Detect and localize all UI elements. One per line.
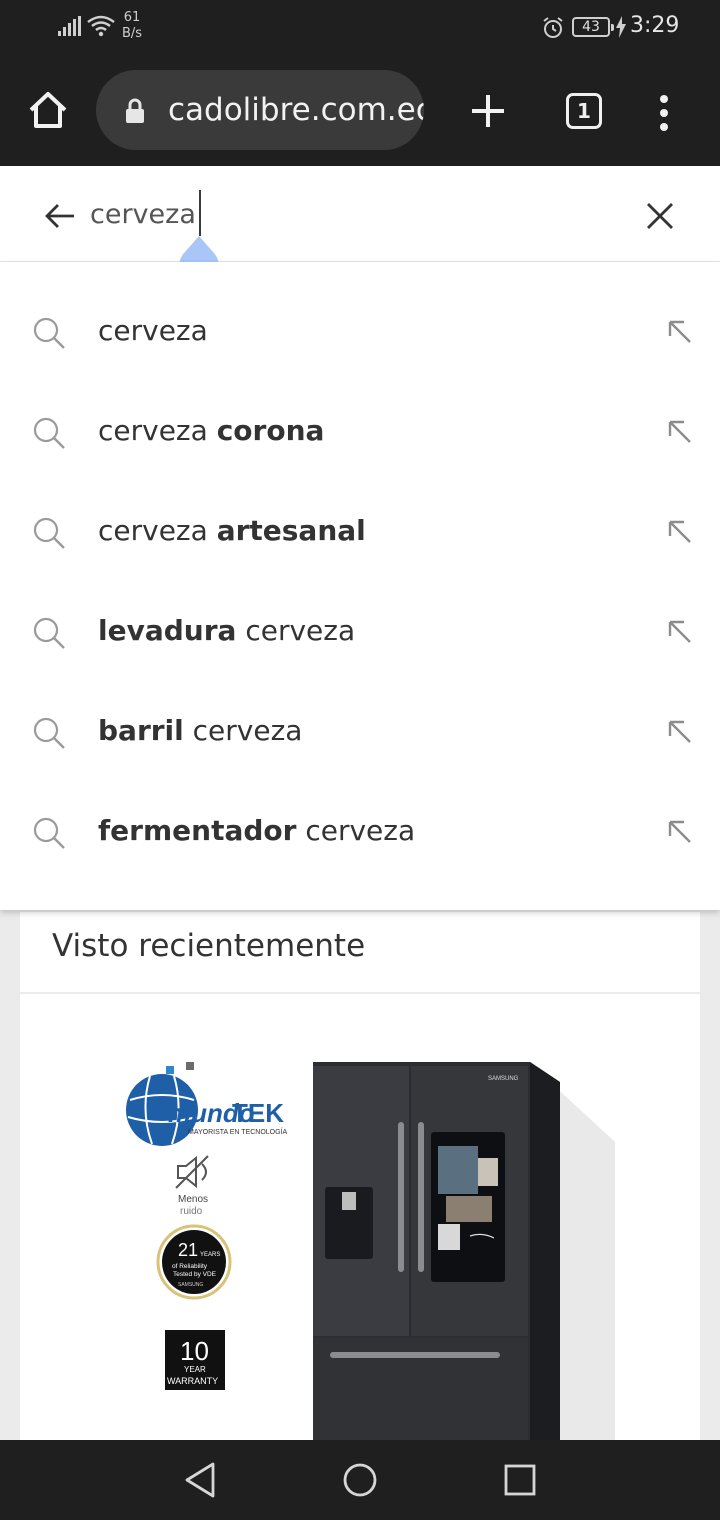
signal-icon — [58, 16, 81, 36]
fill-query-arrow-icon[interactable] — [664, 416, 694, 446]
lock-icon — [126, 98, 144, 123]
recently-viewed-card[interactable]: Visto recientemente mundo TEK MAYORISTA … — [20, 912, 700, 1452]
suggestion-item[interactable]: levadura cerveza — [0, 582, 720, 682]
nav-home-icon[interactable] — [340, 1460, 380, 1500]
network-speed: 61 B/s — [122, 10, 142, 42]
suggestion-text: barril cerveza — [98, 714, 302, 747]
fill-query-arrow-icon[interactable] — [664, 716, 694, 746]
speaker-muted-icon — [175, 1155, 209, 1189]
browser-toolbar: cadolibre.com.ec 1 — [0, 56, 720, 166]
badge-line1: of Reliability — [172, 1263, 208, 1270]
suggestion-item[interactable]: fermentador cerveza — [0, 782, 720, 882]
battery-icon: 43 — [572, 17, 614, 37]
suggestion-text: levadura cerveza — [98, 614, 355, 647]
network-speed-value: 61 — [123, 10, 141, 25]
divider — [20, 992, 700, 994]
search-icon — [33, 817, 65, 849]
tabs-icon[interactable]: 1 — [566, 93, 602, 129]
warranty-line1: YEAR — [184, 1365, 206, 1374]
system-nav-bar — [0, 1440, 720, 1520]
search-icon — [33, 717, 65, 749]
arrow-back-icon[interactable] — [40, 196, 80, 236]
badge-brand: SAMSUNG — [178, 1282, 203, 1288]
suggestion-list: cerveza cerveza corona cerveza artesanal le… — [0, 262, 720, 910]
logo-word2: TEK — [232, 1098, 284, 1128]
feature-noise-line2: ruido — [180, 1206, 203, 1217]
badge-line2: Tested by VDE — [173, 1271, 217, 1278]
search-icon — [33, 417, 65, 449]
suggestion-query-part: cerveza — [98, 514, 217, 547]
fill-query-arrow-icon[interactable] — [664, 516, 694, 546]
suggestion-query-part: cerveza — [98, 314, 208, 347]
suggestion-highlight: levadura — [98, 614, 237, 647]
product-image[interactable]: mundo TEK MAYORISTA EN TECNOLOGÍA Menos … — [120, 1062, 620, 1442]
plus-icon[interactable] — [466, 89, 510, 133]
url-bar[interactable]: cadolibre.com.ec — [96, 70, 424, 150]
battery-level: 43 — [582, 19, 600, 35]
fill-query-arrow-icon[interactable] — [664, 816, 694, 846]
fridge-brand: SAMSUNG — [488, 1076, 519, 1082]
nav-recents-icon[interactable] — [500, 1460, 540, 1500]
recently-viewed-title: Visto recientemente — [52, 928, 366, 964]
clock: 3:29 — [630, 13, 680, 38]
suggestion-query-part: cerveza — [236, 614, 356, 647]
warranty-number: 10 — [180, 1336, 209, 1366]
suggestion-item[interactable]: barril cerveza — [0, 682, 720, 782]
tab-count: 1 — [577, 99, 591, 123]
suggestion-item[interactable]: cerveza — [0, 282, 720, 382]
badge-years-word: YEARS — [200, 1252, 220, 1258]
suggestion-text: cerveza artesanal — [98, 514, 366, 547]
search-header — [0, 166, 720, 262]
suggestion-query-part: cerveza — [296, 814, 416, 847]
suggestion-text: cerveza — [98, 314, 208, 347]
suggestion-query-part: cerveza — [183, 714, 303, 747]
nav-back-icon[interactable] — [183, 1460, 223, 1500]
search-input[interactable] — [90, 194, 610, 234]
close-icon[interactable] — [640, 196, 680, 236]
suggestion-highlight: barril — [98, 714, 184, 747]
url-text: cadolibre.com.ec — [168, 92, 424, 128]
charging-icon — [616, 16, 626, 38]
suggestion-item[interactable]: cerveza artesanal — [0, 482, 720, 582]
suggestion-highlight: corona — [216, 414, 325, 447]
suggestion-item[interactable]: cerveza corona — [0, 382, 720, 482]
status-bar: 61 B/s 43 3:29 — [0, 0, 720, 56]
suggestion-highlight: fermentador — [98, 814, 297, 847]
more-vert-icon[interactable] — [650, 91, 678, 135]
search-icon — [33, 517, 65, 549]
fill-query-arrow-icon[interactable] — [664, 616, 694, 646]
text-cursor — [199, 190, 201, 236]
feature-noise-line1: Menos — [178, 1194, 208, 1205]
suggestion-text: cerveza corona — [98, 414, 324, 447]
network-speed-unit: B/s — [122, 26, 143, 41]
home-icon[interactable] — [26, 88, 70, 132]
suggestion-query-part: cerveza — [98, 414, 217, 447]
suggestion-text: fermentador cerveza — [98, 814, 415, 847]
warranty-line2: WARRANTY — [167, 1376, 218, 1386]
badge-years-number: 21 — [178, 1240, 198, 1260]
wifi-icon — [87, 15, 115, 37]
alarm-icon — [543, 17, 563, 38]
search-icon — [33, 617, 65, 649]
logo-tagline: MAYORISTA EN TECNOLOGÍA — [188, 1127, 288, 1136]
fill-query-arrow-icon[interactable] — [664, 316, 694, 346]
suggestion-highlight: artesanal — [216, 514, 366, 547]
search-icon — [33, 317, 65, 349]
